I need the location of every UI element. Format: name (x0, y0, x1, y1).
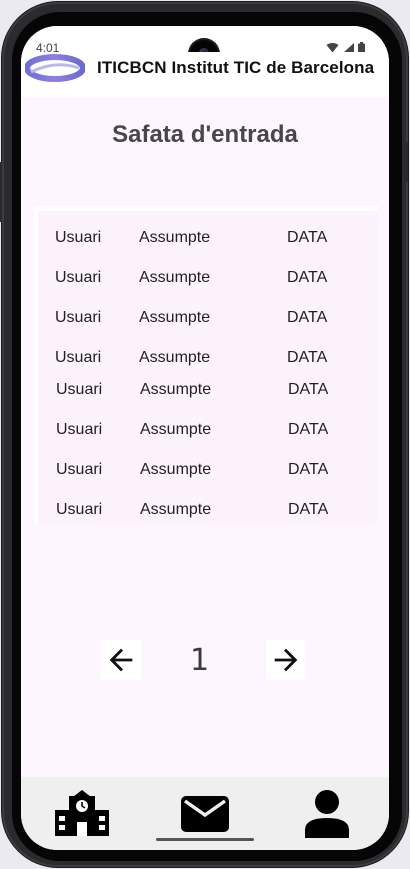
cell-date: DATA (288, 501, 329, 518)
cell-date: DATA (287, 269, 328, 286)
cell-subject: Assumpte (140, 461, 212, 478)
screen: 4:01 ITICBCN Institut TIC de Barcelona S… (21, 26, 389, 850)
cell-subject: Assumpte (140, 421, 212, 438)
app-bar: ITICBCN Institut TIC de Barcelona (21, 52, 389, 97)
next-page-button[interactable] (266, 640, 306, 680)
mail-icon (181, 796, 229, 832)
cell-date: DATA (288, 381, 329, 398)
cell-subject: Assumpte (139, 269, 211, 286)
nav-profile[interactable] (297, 789, 357, 839)
cell-subject: Assumpte (139, 349, 211, 366)
cell-subject: Assumpte (140, 381, 212, 398)
power-button (405, 142, 408, 182)
person-icon (305, 790, 349, 838)
nav-mail[interactable] (175, 789, 235, 839)
cell-user: Usuari (55, 309, 102, 326)
cell-user: Usuari (55, 229, 102, 246)
cell-subject: Assumpte (139, 309, 211, 326)
arrow-right-icon (274, 648, 298, 672)
app-title: ITICBCN Institut TIC de Barcelona (97, 58, 375, 77)
page-title: Safata d'entrada (112, 121, 298, 148)
cell-date: DATA (287, 309, 328, 326)
pagination: 1 (21, 638, 389, 682)
cell-date: DATA (288, 421, 329, 438)
cell-user: Usuari (56, 381, 103, 398)
cell-date: DATA (288, 461, 329, 478)
inbox-table: Usuari Assumpte DATA Usuari Assumpte DAT… (34, 206, 378, 525)
cell-user: Usuari (55, 349, 102, 366)
cell-user: Usuari (56, 461, 103, 478)
cell-date: DATA (287, 229, 328, 246)
school-icon (55, 790, 109, 836)
cell-subject: Assumpte (140, 501, 212, 518)
iticbcn-logo (25, 54, 85, 82)
cell-date: DATA (287, 349, 328, 366)
volume-button (0, 162, 2, 222)
home-indicator (156, 838, 254, 841)
prev-page-button[interactable] (101, 640, 141, 680)
cell-user: Usuari (55, 269, 102, 286)
cell-user: Usuari (56, 421, 103, 438)
cell-user: Usuari (56, 501, 103, 518)
arrow-left-icon (109, 648, 133, 672)
nav-school[interactable] (52, 789, 112, 839)
current-page-number: 1 (190, 643, 210, 678)
cell-subject: Assumpte (139, 229, 211, 246)
